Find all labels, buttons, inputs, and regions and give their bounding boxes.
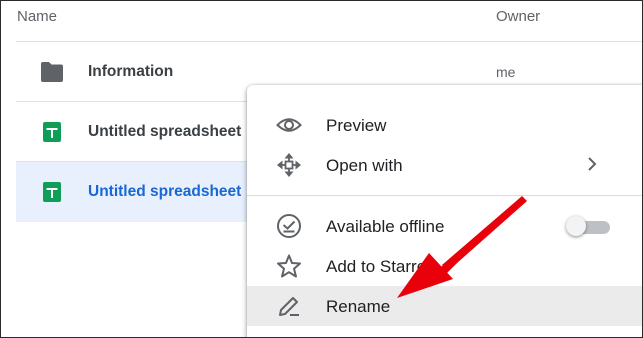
offline-check-icon [277,214,301,238]
file-list-panel: Name Owner Information me Untitled sprea… [0,0,643,338]
file-owner: me [496,64,516,80]
toggle-knob [566,216,586,236]
pencil-icon [279,297,299,316]
menu-item-label: Add to Starred [326,257,436,276]
eye-icon [276,118,302,132]
menu-item-add-to-starred[interactable]: Add to Starred [247,246,642,286]
menu-item-open-with[interactable]: Open with [247,145,642,185]
menu-item-label: Open with [326,156,403,175]
menu-item-preview[interactable]: Preview [247,105,642,145]
column-header-owner[interactable]: Owner [496,8,540,25]
move-arrows-icon [277,153,301,177]
star-icon [277,254,301,278]
file-name: Information [88,63,174,80]
menu-item-label: Preview [326,116,387,135]
sheets-icon [43,182,61,202]
menu-item-label: Available offline [326,217,445,236]
offline-toggle[interactable] [566,216,612,236]
menu-item-available-offline[interactable]: Available offline [247,206,642,246]
file-name: Untitled spreadsheet [88,123,242,140]
column-header-name[interactable]: Name [17,8,57,25]
menu-divider [247,195,642,196]
sheets-icon [43,122,61,142]
menu-item-rename[interactable]: Rename [247,286,642,326]
menu-item-label: Rename [326,297,391,316]
file-name: Untitled spreadsheet [88,183,242,200]
chevron-right-icon [588,157,597,171]
context-menu: Preview Open with Available offline Add … [247,85,642,337]
folder-icon [41,62,63,82]
